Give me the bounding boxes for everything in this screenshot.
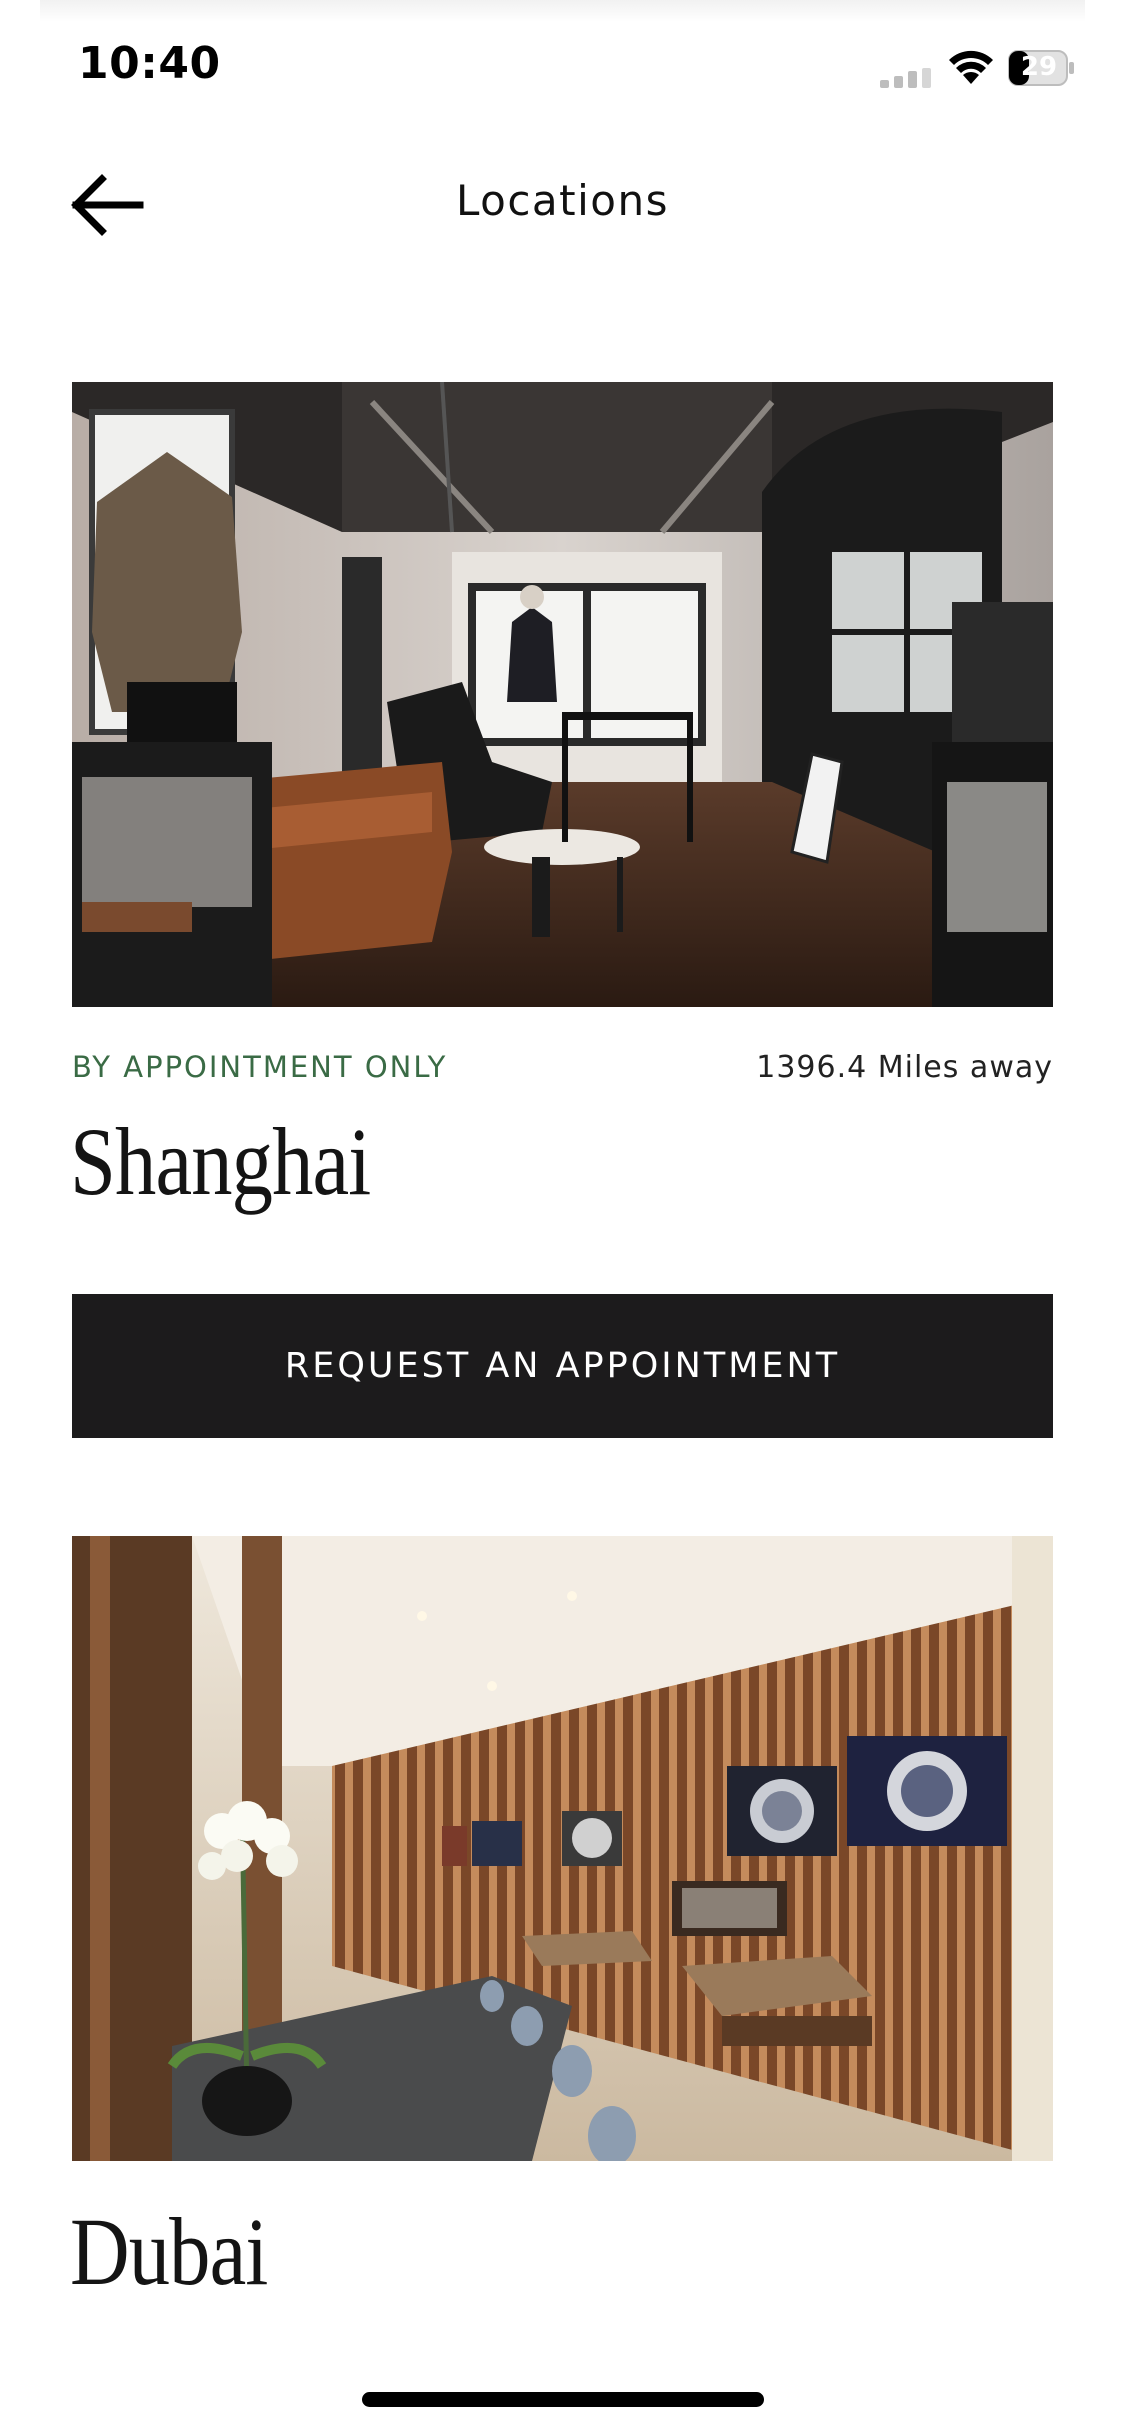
top-fade <box>40 0 1085 22</box>
home-indicator[interactable] <box>362 2392 764 2407</box>
watch-boutique-photo <box>72 1536 1053 2161</box>
appointment-only-badge: BY APPOINTMENT ONLY <box>72 1050 448 1084</box>
location-name-shanghai[interactable]: Shanghai <box>70 1106 371 1217</box>
lounge-photo <box>72 382 1053 1007</box>
status-time: 10:40 <box>78 38 221 89</box>
cellular-signal-icon <box>880 68 931 88</box>
request-appointment-button[interactable]: REQUEST AN APPOINTMENT <box>72 1294 1053 1438</box>
page-title: Locations <box>455 176 670 225</box>
distance-label: 1396.4 Miles away <box>756 1050 1053 1085</box>
location-name-dubai[interactable]: Dubai <box>70 2196 268 2307</box>
location-photo-shanghai[interactable] <box>72 382 1053 1007</box>
locations-screen: 10:40 29 Locations BY APPOINTMENT ONLY 1… <box>0 0 1125 2436</box>
battery-level: 29 <box>1020 52 1058 82</box>
location-photo-dubai[interactable] <box>72 1536 1053 2161</box>
battery-icon: 29 <box>1008 50 1076 86</box>
wifi-icon <box>949 50 993 84</box>
